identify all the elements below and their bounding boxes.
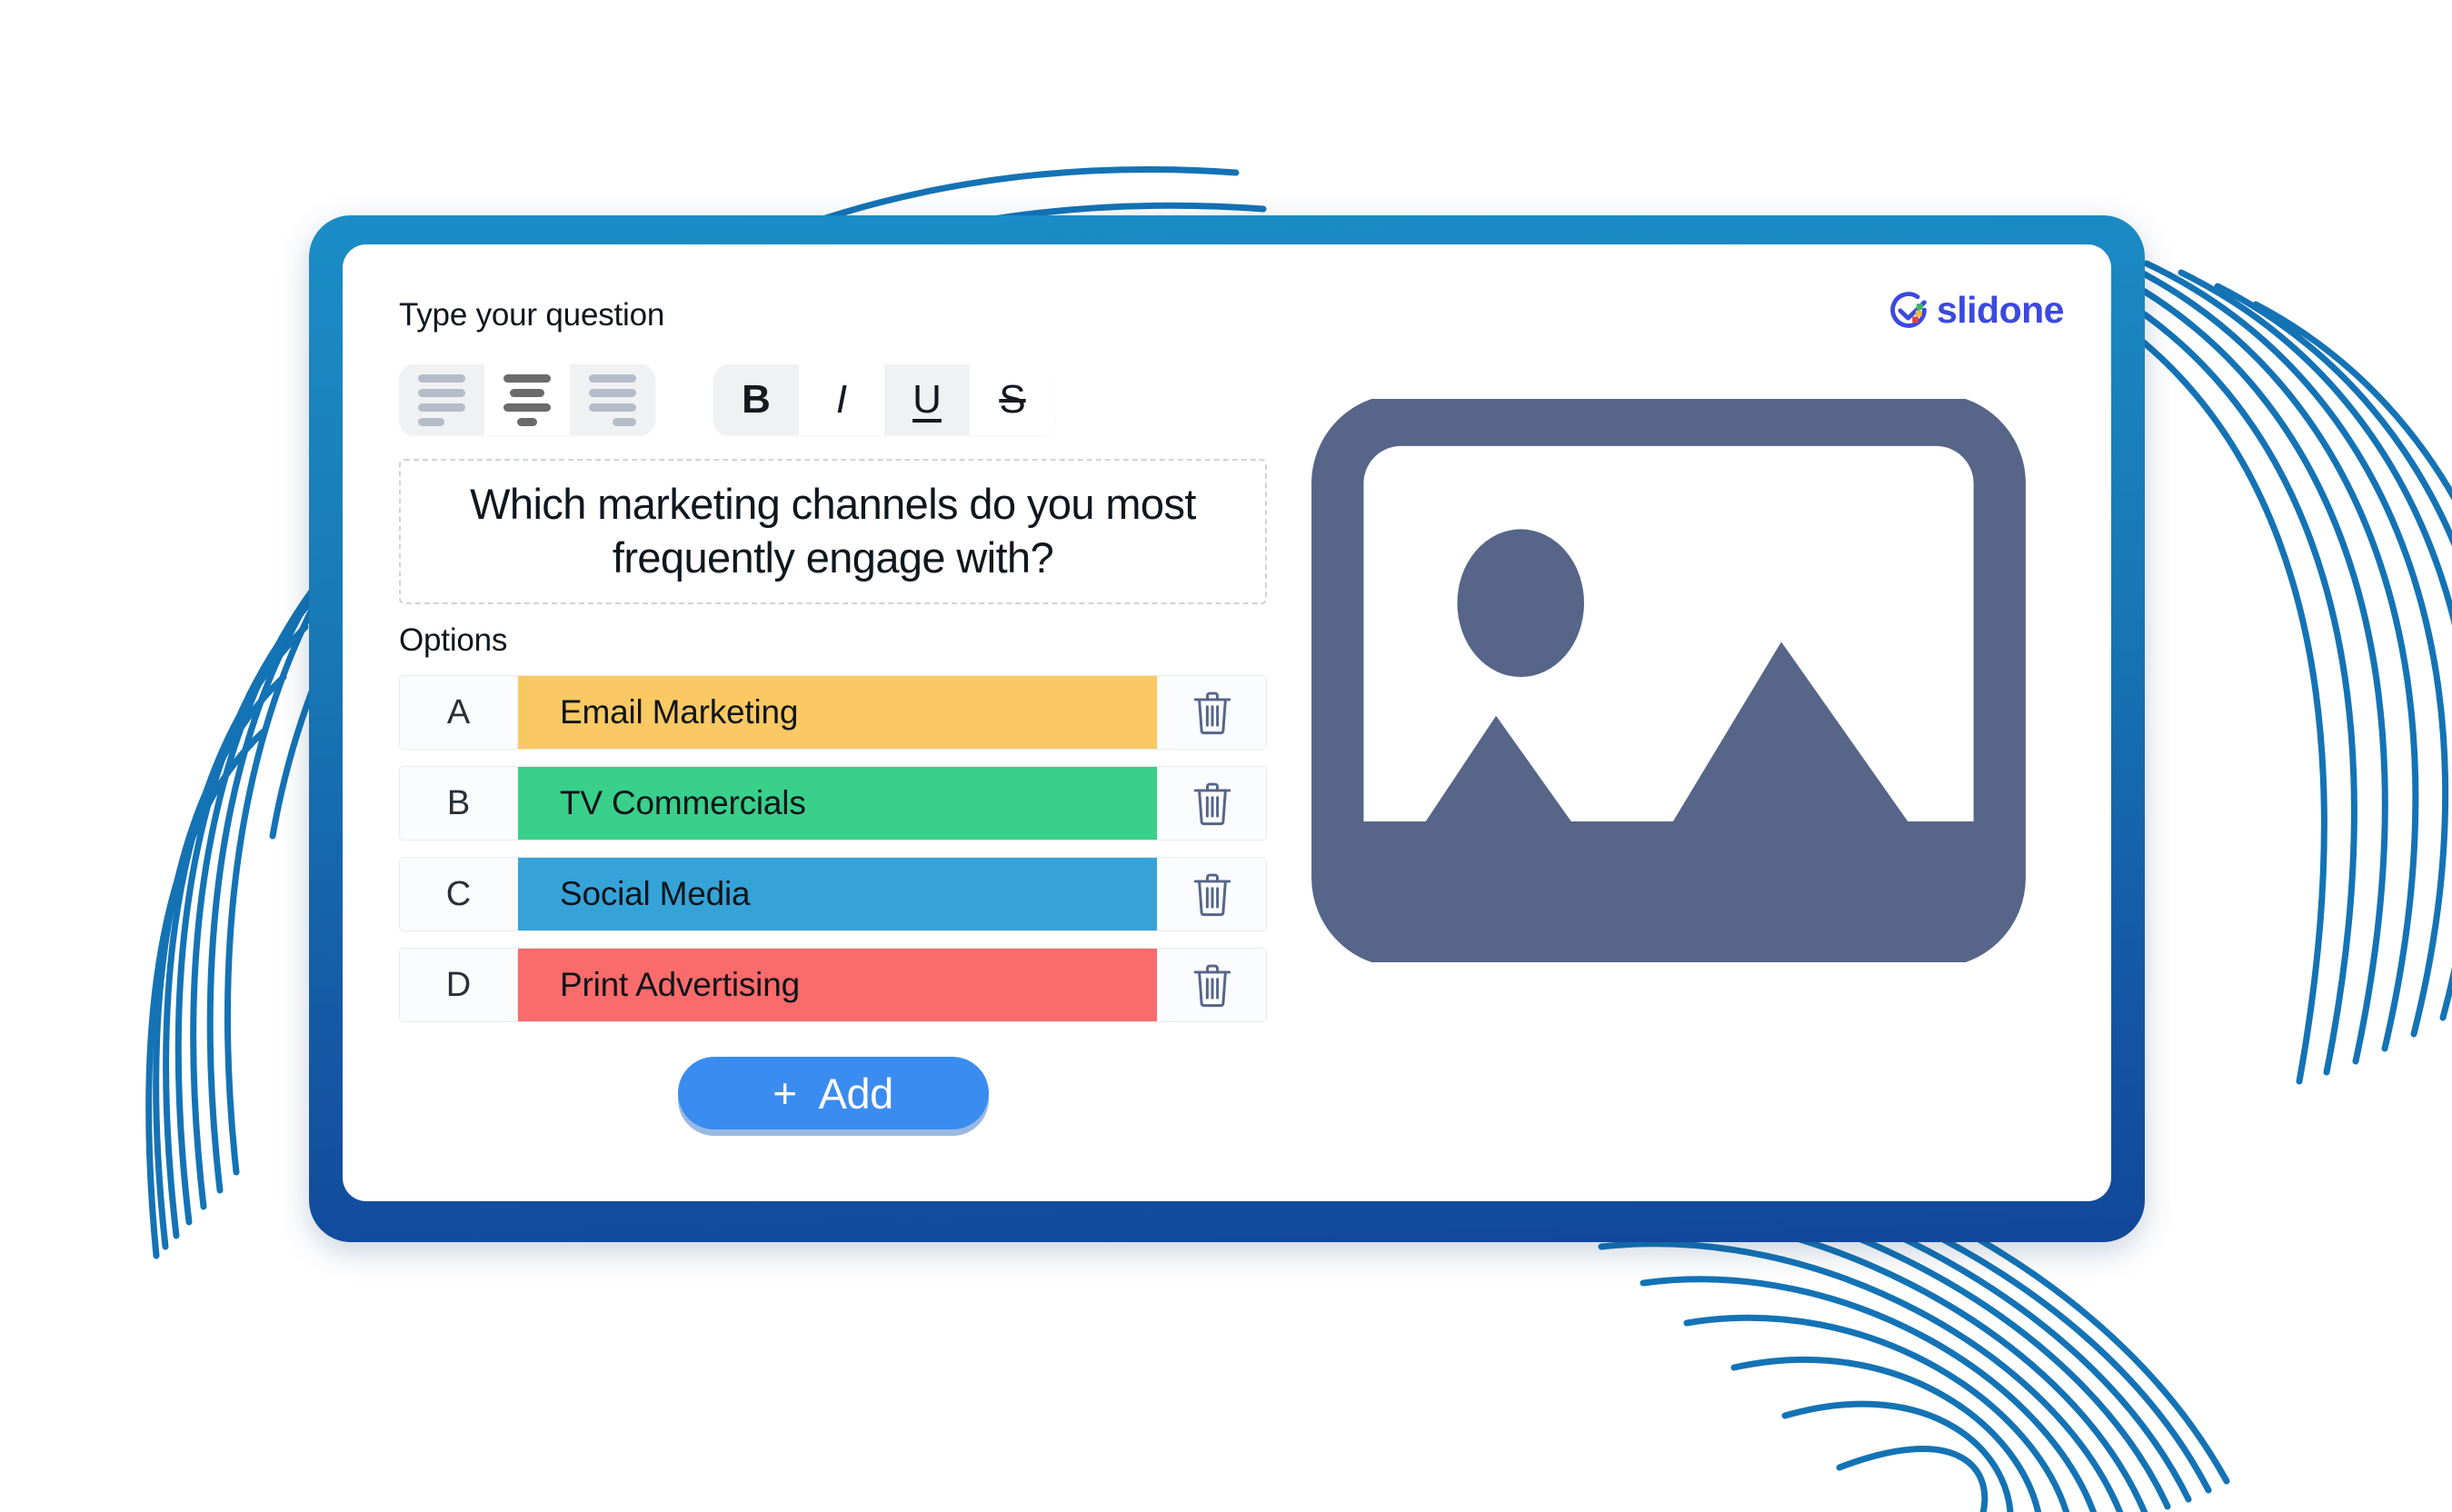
option-letter-d: D bbox=[400, 949, 518, 1021]
option-letter-b: B bbox=[400, 767, 518, 840]
editor-card: slidone Type your question B I U S Which… bbox=[343, 244, 2111, 1201]
options-label: Options bbox=[399, 622, 508, 658]
option-input-c[interactable]: Social Media bbox=[518, 858, 1157, 930]
option-input-a[interactable]: Email Marketing bbox=[518, 676, 1157, 749]
add-option-button[interactable]: + Add bbox=[677, 1057, 989, 1129]
question-label: Type your question bbox=[399, 297, 665, 333]
strikethrough-button[interactable]: S bbox=[970, 364, 1055, 435]
italic-button[interactable]: I bbox=[799, 364, 884, 435]
option-row-b: B TV Commercials bbox=[399, 766, 1267, 841]
underline-button[interactable]: U bbox=[884, 364, 970, 435]
option-row-a: A Email Marketing bbox=[399, 675, 1267, 750]
image-placeholder-icon bbox=[1311, 399, 2026, 962]
align-left-icon bbox=[418, 373, 465, 426]
bold-button[interactable]: B bbox=[713, 364, 799, 435]
option-input-b[interactable]: TV Commercials bbox=[518, 767, 1157, 840]
question-editor: Type your question B I U S Which marketi… bbox=[399, 297, 1290, 1129]
media-preview-pane[interactable] bbox=[1310, 399, 2028, 962]
question-input[interactable]: Which marketing channels do you most fre… bbox=[399, 459, 1267, 604]
align-center-icon bbox=[503, 373, 551, 426]
trash-icon bbox=[1193, 782, 1231, 826]
trash-icon bbox=[1193, 964, 1231, 1008]
add-option-label: Add bbox=[818, 1069, 894, 1118]
delete-option-a-button[interactable] bbox=[1157, 676, 1266, 749]
strikethrough-label: S bbox=[999, 377, 1026, 422]
brand-name: slidone bbox=[1936, 288, 2065, 331]
option-row-c: C Social Media bbox=[399, 857, 1267, 931]
delete-option-d-button[interactable] bbox=[1157, 949, 1266, 1021]
trash-icon bbox=[1193, 873, 1231, 917]
alignment-button-group bbox=[399, 364, 655, 435]
option-row-d: D Print Advertising bbox=[399, 948, 1267, 1022]
align-right-button[interactable] bbox=[570, 364, 655, 435]
plus-icon: + bbox=[772, 1069, 797, 1117]
check-circle-icon bbox=[1890, 292, 1927, 328]
question-text: Which marketing channels do you most fre… bbox=[470, 480, 1196, 582]
option-letter-c: C bbox=[400, 858, 518, 930]
screenshot-stage: slidone Type your question B I U S Which… bbox=[0, 0, 2452, 1512]
delete-option-b-button[interactable] bbox=[1157, 767, 1266, 840]
align-left-button[interactable] bbox=[399, 364, 484, 435]
device-frame: slidone Type your question B I U S Which… bbox=[309, 215, 2145, 1242]
formatting-toolbar: B I U S bbox=[399, 364, 1290, 435]
add-option-row: + Add bbox=[399, 1057, 1267, 1129]
align-right-icon bbox=[589, 373, 636, 426]
brand-logo: slidone bbox=[1889, 288, 2065, 331]
trash-icon bbox=[1193, 691, 1231, 735]
align-center-button[interactable] bbox=[484, 364, 570, 435]
delete-option-c-button[interactable] bbox=[1157, 858, 1266, 930]
option-input-d[interactable]: Print Advertising bbox=[518, 949, 1157, 1021]
text-style-button-group: B I U S bbox=[713, 364, 1055, 435]
option-letter-a: A bbox=[400, 676, 518, 749]
